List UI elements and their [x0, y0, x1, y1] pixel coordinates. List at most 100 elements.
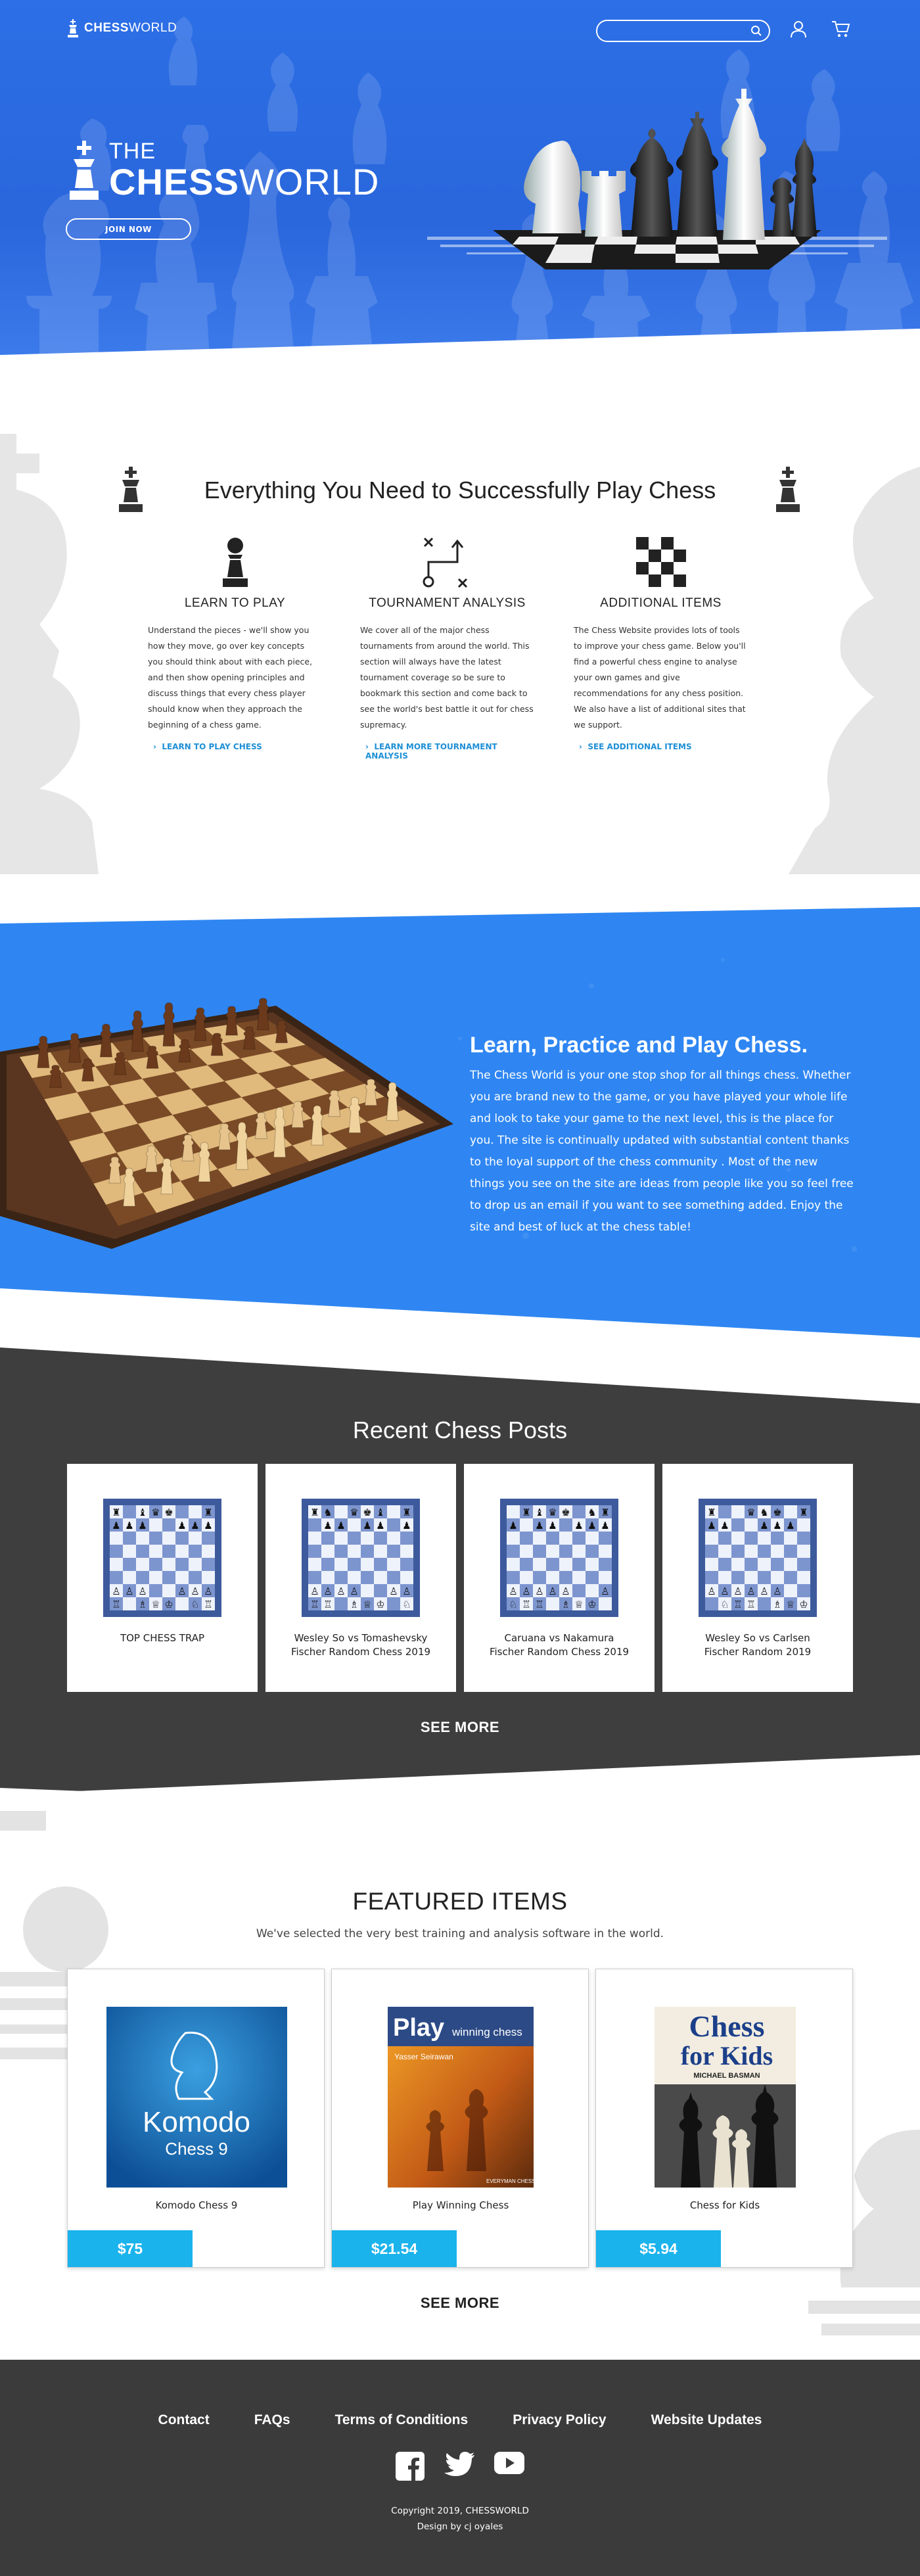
board-square	[784, 1532, 797, 1545]
board-square	[546, 1532, 559, 1545]
king-hero-icon	[70, 141, 99, 200]
board-square	[731, 1532, 745, 1545]
black-piece: ♞	[760, 1507, 768, 1518]
dark-wood-piece	[99, 1023, 112, 1058]
footer-link-contact[interactable]: Contact	[158, 2412, 210, 2428]
board-square	[797, 1558, 810, 1571]
dark-wood-piece	[162, 1002, 175, 1046]
board-square	[559, 1532, 572, 1545]
post-card[interactable]: ♜ ♛ ♞ ♚ ♜ ♟ ♟ ♟ ♟ ♟ ♙ ♙ ♙ ♙ ♙ ♙ ♖ ♗ ♕ ♔ ♘ ♖ Wesley So vs Carl…	[662, 1464, 853, 1692]
right-king-icon	[776, 467, 800, 512]
board-square	[546, 1558, 559, 1571]
board-square	[387, 1558, 400, 1571]
board-square	[308, 1532, 321, 1545]
hero-title: THE CHESSWORLD	[66, 140, 379, 202]
learn-to-play-link[interactable]: › LEARN TO PLAY CHESS	[148, 742, 322, 751]
board-square	[361, 1532, 374, 1545]
cart-icon[interactable]	[831, 20, 851, 38]
footer-link-terms[interactable]: Terms of Conditions	[335, 2412, 469, 2428]
board-square	[599, 1532, 612, 1545]
board-square	[599, 1545, 612, 1558]
dark-wood-piece	[225, 1006, 239, 1036]
white-piece: ♙	[389, 1585, 398, 1597]
featured-see-more-button[interactable]: SEE MORE	[0, 2295, 920, 2312]
product-card[interactable]: Chess for Kids MICHAEL BASMAN Chess for …	[595, 1969, 853, 2268]
white-piece: ♕	[574, 1599, 583, 1610]
white-piece: ♘	[402, 1599, 411, 1610]
board-square	[374, 1558, 387, 1571]
board-square	[546, 1597, 559, 1610]
white-piece: ♙	[125, 1585, 133, 1597]
product-card[interactable]: Komodo Chess 9 Komodo Chess 9 $75	[67, 1969, 325, 2268]
black-piece: ♚	[773, 1507, 781, 1518]
board-square	[745, 1545, 758, 1558]
board-square	[400, 1532, 413, 1545]
board-square	[745, 1532, 758, 1545]
footer-link-privacy[interactable]: Privacy Policy	[513, 2412, 606, 2428]
post-title-line1: Wesley So vs Carlsen	[705, 1632, 810, 1644]
additional-items-link[interactable]: › SEE ADDITIONAL ITEMS	[574, 742, 748, 751]
cover-title: Chess	[689, 2009, 764, 2043]
board-square	[202, 1558, 215, 1571]
board-square	[586, 1584, 599, 1597]
white-piece: ♙	[747, 1585, 755, 1597]
join-now-button[interactable]: JOIN NOW	[66, 218, 191, 240]
board-square	[321, 1545, 334, 1558]
posts-see-more-button[interactable]: SEE MORE	[0, 1719, 920, 1736]
user-icon[interactable]	[790, 20, 807, 38]
tournament-analysis-link[interactable]: › LEARN MORE TOURNAMENT ANALYSIS	[360, 742, 534, 761]
youtube-icon[interactable]	[494, 2452, 524, 2474]
black-piece: ♟	[363, 1520, 371, 1532]
facebook-icon[interactable]	[396, 2452, 425, 2481]
link-label: LEARN MORE TOURNAMENT ANALYSIS	[365, 742, 497, 761]
dark-wood-piece	[194, 1007, 207, 1041]
feature-heading: ADDITIONAL ITEMS	[600, 596, 722, 610]
search-input[interactable]	[605, 25, 737, 37]
logo-chess-text: CHESS	[84, 21, 129, 35]
white-piece: ♙	[773, 1585, 781, 1597]
white-piece: ♗	[561, 1599, 570, 1610]
product-price[interactable]: $21.54	[332, 2230, 457, 2267]
board-square	[162, 1532, 175, 1545]
white-piece: ♙	[112, 1585, 120, 1597]
white-piece: ♙	[601, 1585, 609, 1597]
search-icon[interactable]	[750, 25, 762, 37]
board-square	[507, 1545, 520, 1558]
board-square	[599, 1597, 612, 1610]
product-card[interactable]: Play winning chess Yasser Seirawan EVERY…	[331, 1969, 589, 2268]
board-square	[599, 1558, 612, 1571]
twitter-icon[interactable]	[444, 2452, 474, 2478]
board-square	[771, 1571, 784, 1584]
product-price[interactable]: $75	[68, 2230, 193, 2267]
white-piece: ♗	[350, 1599, 358, 1610]
board-square	[797, 1584, 810, 1597]
board-square	[110, 1545, 123, 1558]
post-card[interactable]: ♜ ♝ ♛ ♚ ♞ ♜ ♟ ♟ ♟ ♟ ♟ ♟ ♙ ♙ ♙ ♙ ♙ ♙ ♖ ♗ ♕ ♔ ♘ ♖ Caruana vs Naka…	[464, 1464, 655, 1692]
cover-title: Play	[393, 2014, 444, 2042]
chess-diagram: ♜ ♝ ♛ ♚ ♜ ♟ ♟ ♟ ♟ ♟ ♟ ♙ ♙ ♙ ♙ ♙ ♙ ♖ ♗ ♕ ♔ ♘ ♖	[103, 1499, 221, 1617]
white-piece: ♙	[402, 1585, 411, 1597]
board-square	[586, 1545, 599, 1558]
white-piece: ♙	[548, 1585, 557, 1597]
cover-subtitle: Chess 9	[165, 2139, 227, 2159]
white-piece: ♙	[138, 1585, 147, 1597]
posts-title: Recent Chess Posts	[352, 1417, 568, 1443]
post-card[interactable]: ♜ ♞ ♛ ♚ ♝ ♜ ♟ ♟ ♟ ♟ ♟ ♙ ♙ ♙ ♙ ♙ ♙ ♖ ♗ ♕ ♔ ♘ ♖ Wesley So vs Tom…	[265, 1464, 456, 1692]
site-logo[interactable]: CHESSWORLD	[66, 18, 177, 38]
footer-link-updates[interactable]: Website Updates	[651, 2412, 762, 2428]
board-square	[731, 1518, 745, 1532]
checkerboard-icon	[635, 537, 686, 587]
black-pawn-piece	[770, 177, 794, 237]
board-square	[745, 1518, 758, 1532]
feature-text: We cover all of the major chess tourname…	[360, 625, 534, 730]
black-piece: ♝	[376, 1507, 384, 1518]
feature-heading: LEARN TO PLAY	[184, 596, 286, 610]
search-box[interactable]	[596, 20, 770, 42]
post-card[interactable]: ♜ ♝ ♛ ♚ ♜ ♟ ♟ ♟ ♟ ♟ ♟ ♙ ♙ ♙ ♙ ♙ ♙ ♖ ♗ ♕ ♔ ♘ ♖ TOP CHESS TRAP	[67, 1464, 258, 1692]
post-title-line1: Wesley So vs Tomashevsky	[294, 1632, 428, 1644]
footer-link-faqs[interactable]: FAQs	[254, 2412, 290, 2428]
black-piece: ♟	[323, 1520, 332, 1532]
white-piece: ♕	[363, 1599, 371, 1610]
product-price[interactable]: $5.94	[596, 2230, 721, 2267]
board-square	[136, 1571, 149, 1584]
